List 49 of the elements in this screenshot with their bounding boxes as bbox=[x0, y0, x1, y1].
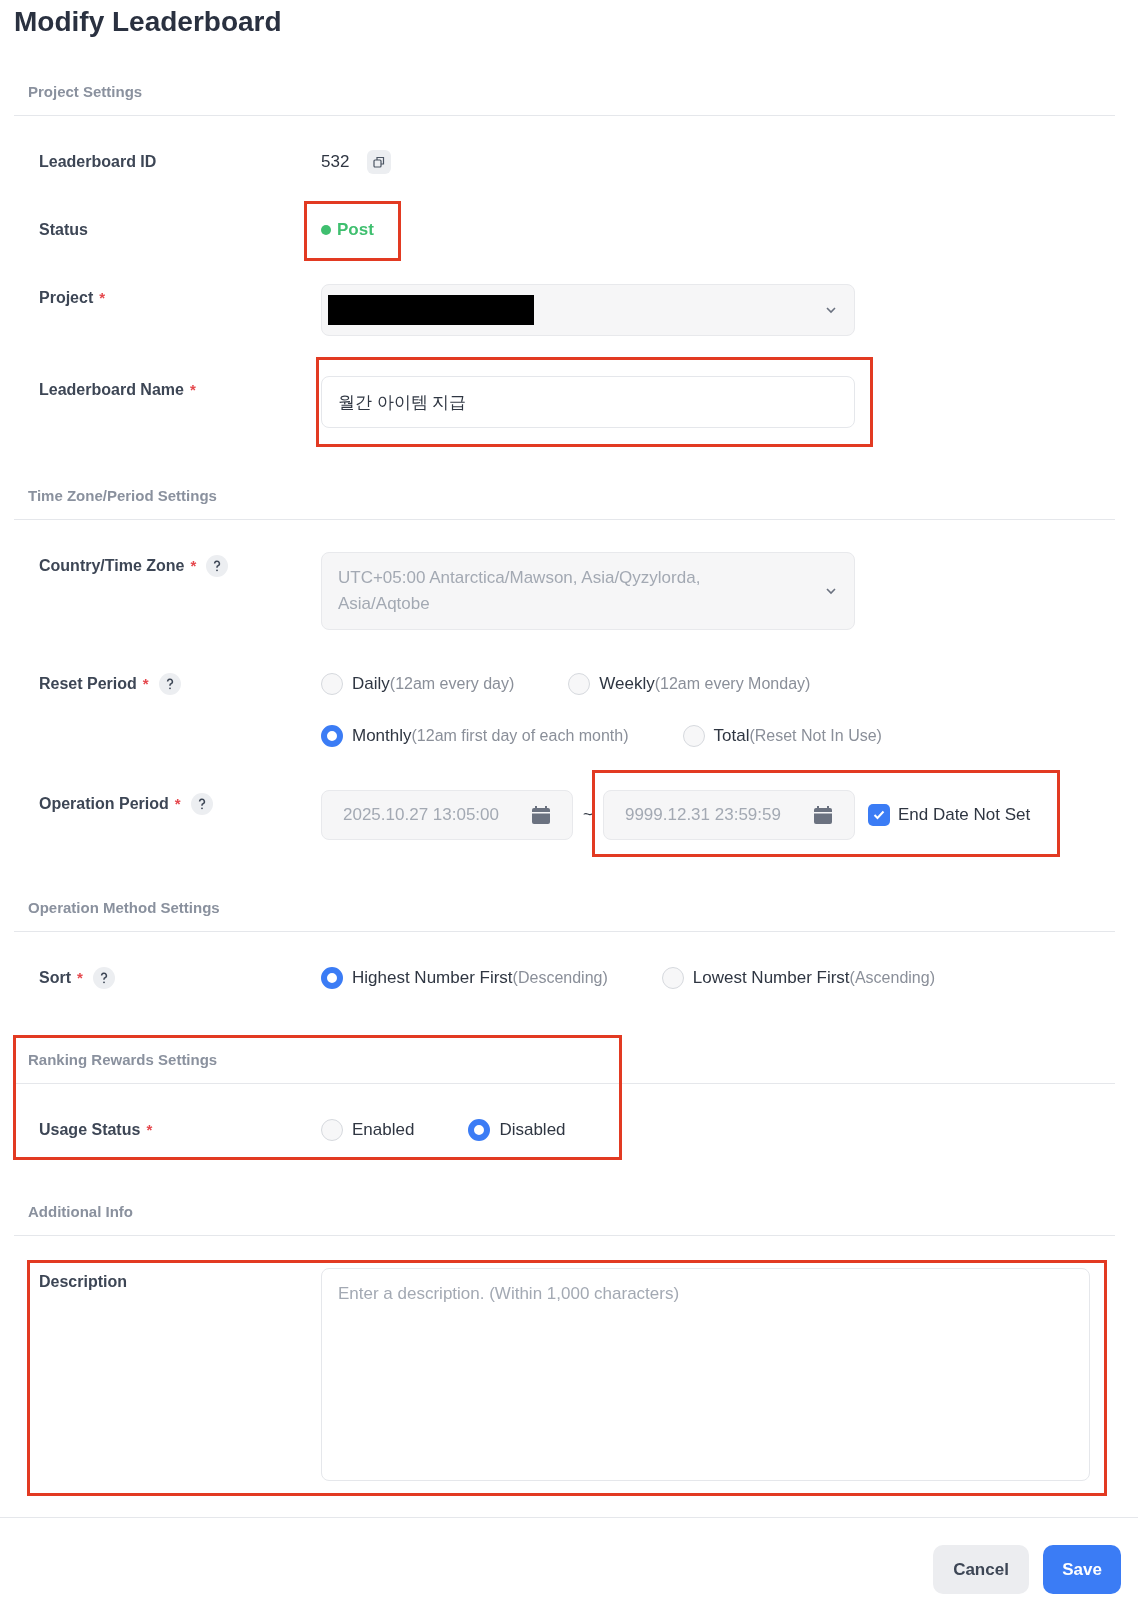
section-title: Additional Info bbox=[28, 1202, 133, 1223]
option-label[interactable]: Monthly(12am first day of each month) bbox=[352, 723, 629, 749]
project-select[interactable] bbox=[321, 284, 855, 336]
option-label[interactable]: Highest Number First(Descending) bbox=[352, 965, 608, 991]
field-label: Project bbox=[39, 288, 94, 308]
check-icon bbox=[872, 810, 885, 820]
field-label: Sort bbox=[39, 968, 71, 988]
copy-icon bbox=[373, 156, 386, 168]
option-label[interactable]: Daily(12am every day) bbox=[352, 671, 515, 697]
cancel-button[interactable]: Cancel bbox=[933, 1545, 1029, 1594]
field-label: Usage Status bbox=[39, 1120, 141, 1140]
description-field[interactable]: Enter a description. (Within 1,000 characters) bbox=[321, 1268, 1090, 1481]
option-label[interactable]: Total(Reset Not In Use) bbox=[713, 723, 882, 749]
field-label: Leaderboard Name bbox=[39, 380, 184, 400]
field-label: Reset Period bbox=[39, 674, 137, 694]
field-label: Status bbox=[39, 220, 88, 240]
checkbox-label[interactable]: End Date Not Set bbox=[897, 802, 1031, 828]
radio-button[interactable] bbox=[468, 1119, 491, 1141]
field-label: Country/Time Zone bbox=[39, 556, 185, 576]
status-label: Post bbox=[337, 219, 374, 242]
section-title: Ranking Rewards Settings bbox=[28, 1050, 218, 1071]
section-title: Project Settings bbox=[28, 82, 143, 103]
range-separator: ~ bbox=[583, 804, 593, 827]
required-mark: * bbox=[174, 794, 181, 814]
option-label[interactable]: Enabled bbox=[352, 1117, 415, 1143]
required-mark: * bbox=[190, 556, 197, 576]
field-value: 532 bbox=[321, 151, 350, 174]
required-mark: * bbox=[142, 674, 149, 694]
page-title: Modify Leaderboard bbox=[14, 5, 282, 39]
calendar-icon bbox=[531, 805, 551, 825]
section-title: Time Zone/Period Settings bbox=[28, 486, 217, 507]
checkbox[interactable] bbox=[867, 804, 890, 826]
option-label[interactable]: Weekly(12am every Monday) bbox=[599, 671, 811, 697]
option-label[interactable]: Disabled bbox=[499, 1117, 566, 1143]
field-label: Leaderboard ID bbox=[39, 152, 157, 172]
required-mark: * bbox=[99, 288, 106, 308]
section-title: Operation Method Settings bbox=[28, 898, 220, 919]
field-label: Description bbox=[39, 1272, 127, 1292]
save-button[interactable]: Save bbox=[1043, 1545, 1121, 1594]
radio-button[interactable] bbox=[321, 967, 343, 989]
option-label[interactable]: Lowest Number First(Ascending) bbox=[692, 965, 935, 991]
copy-button[interactable] bbox=[367, 150, 392, 174]
radio-button[interactable] bbox=[321, 725, 343, 747]
calendar-icon bbox=[812, 805, 833, 825]
required-mark: * bbox=[77, 968, 83, 988]
field-label: Operation Period bbox=[39, 794, 169, 814]
input-field[interactable]: 월간 아이템 지급 bbox=[321, 376, 855, 428]
required-mark: * bbox=[146, 1120, 153, 1140]
required-mark: * bbox=[189, 380, 196, 400]
